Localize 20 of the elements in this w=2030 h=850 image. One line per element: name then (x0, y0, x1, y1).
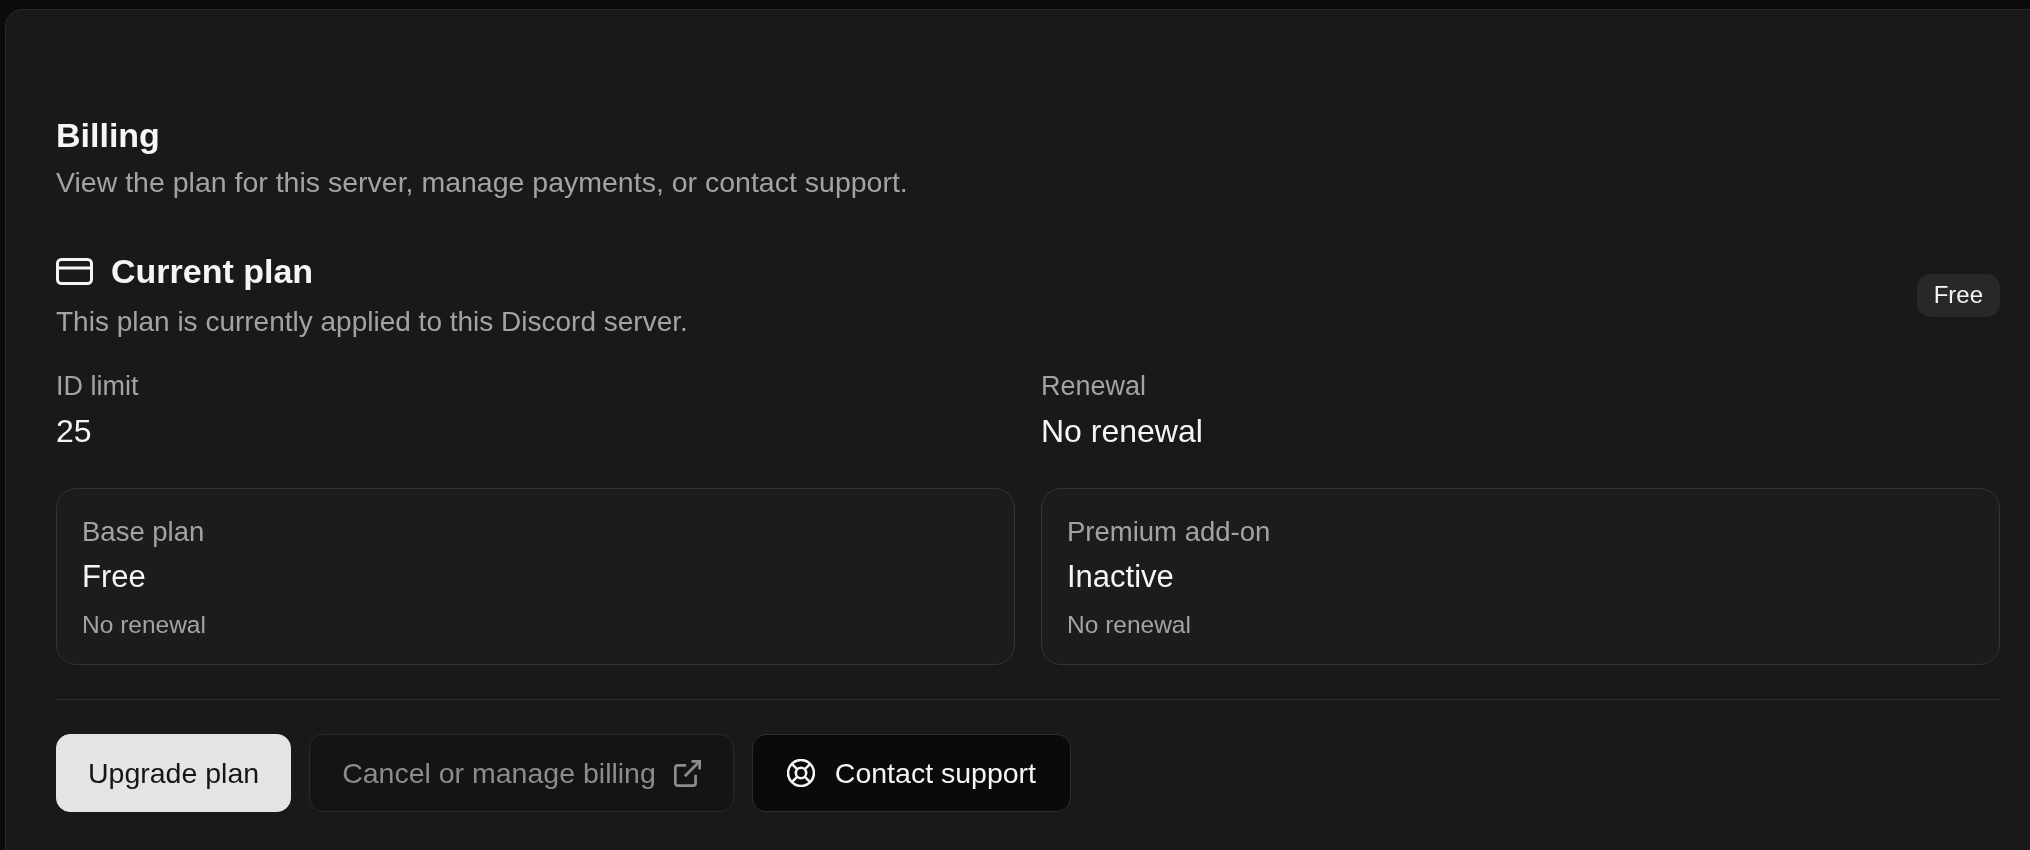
card-note: No renewal (82, 610, 207, 640)
card-note: No renewal (1067, 610, 1192, 640)
section-description: This plan is currently applied to this Discord server. (56, 305, 688, 339)
card-value: Free (82, 558, 147, 596)
page-subtitle: View the plan for this server, manage payments, or contact support. (56, 165, 909, 200)
lifebuoy-icon (786, 759, 815, 787)
field-label: Renewal (1041, 370, 1148, 403)
page-title: Billing (56, 115, 161, 155)
plan-badge: Free (1916, 273, 2000, 317)
card-label: Premium add-on (1067, 515, 1272, 549)
field-label: ID limit (56, 370, 140, 403)
credit-card-icon (56, 257, 93, 285)
section-title: Current plan (111, 251, 314, 292)
field-value: 25 (56, 412, 93, 451)
card-value: Inactive (1067, 558, 1175, 596)
support-button[interactable]: Contact support (751, 734, 1072, 812)
external-link-icon (673, 759, 701, 787)
field-value: No renewal (1041, 412, 1204, 451)
upgrade-button[interactable]: Upgrade plan (56, 734, 292, 812)
card-label: Base plan (82, 515, 206, 549)
